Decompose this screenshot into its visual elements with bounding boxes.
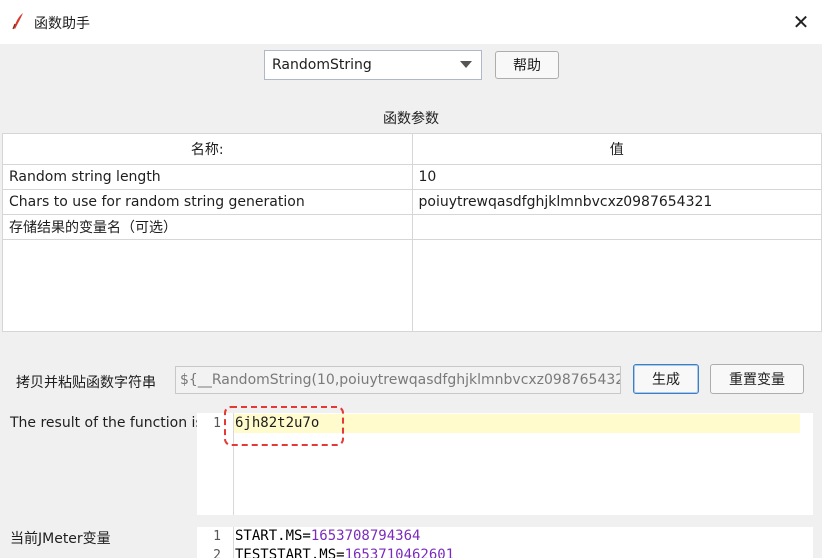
- function-select-value: RandomString: [272, 57, 372, 73]
- column-header-name: 名称:: [2, 133, 413, 165]
- line-number: 1: [213, 416, 221, 431]
- variable-key: START.MS=: [235, 528, 311, 544]
- empty-cell: [2, 239, 413, 332]
- variable-line[interactable]: START.MS=1653708794364: [235, 528, 420, 544]
- param-name-cell[interactable]: Chars to use for random string generatio…: [2, 189, 413, 215]
- generate-button[interactable]: 生成: [633, 364, 699, 394]
- empty-cell: [411, 239, 822, 332]
- jmeter-vars-editor[interactable]: 1 START.MS=1653708794364 2 TESTSTART.MS=…: [197, 527, 813, 558]
- line-number: 2: [213, 548, 221, 558]
- reset-variables-button[interactable]: 重置变量: [710, 364, 804, 394]
- variable-value: 1653708794364: [310, 528, 421, 544]
- title-bar: 函数助手 ✕: [0, 0, 822, 44]
- close-icon: ✕: [792, 10, 810, 34]
- variable-line[interactable]: TESTSTART.MS=1653710462601: [235, 547, 454, 558]
- function-select[interactable]: RandomString: [264, 50, 482, 80]
- params-section-title: 函数参数: [383, 111, 439, 127]
- param-value-cell[interactable]: poiuytrewqasdfghjklmnbvcxz0987654321: [411, 189, 822, 215]
- window-title: 函数助手: [34, 16, 90, 32]
- param-name-cell[interactable]: Random string length: [2, 164, 413, 190]
- table-row[interactable]: 存储结果的变量名（可选）: [2, 214, 822, 240]
- jmeter-vars-label: 当前JMeter变量: [10, 531, 111, 547]
- feather-icon: [12, 13, 23, 30]
- table-empty-area: [2, 239, 822, 332]
- table-row[interactable]: Random string length 10: [2, 164, 822, 190]
- params-header-row: 名称: 值: [2, 133, 822, 165]
- params-table: 名称: 值 Random string length 10 Chars to u…: [2, 133, 822, 332]
- help-button[interactable]: 帮助: [495, 51, 559, 79]
- function-string-field[interactable]: ${__RandomString(10,poiuytrewqasdfghjklm…: [175, 366, 621, 394]
- chevron-down-icon: [460, 61, 472, 68]
- table-row[interactable]: Chars to use for random string generatio…: [2, 189, 822, 215]
- copy-paste-label: 拷贝并粘贴函数字符串: [16, 375, 156, 391]
- param-value-cell[interactable]: [411, 214, 822, 240]
- variable-value: 1653710462601: [344, 547, 455, 558]
- param-name-cell[interactable]: 存储结果的变量名（可选）: [2, 214, 413, 240]
- param-value-cell[interactable]: 10: [411, 164, 822, 190]
- line-number: 1: [213, 529, 221, 544]
- variable-key: TESTSTART.MS=: [235, 547, 345, 558]
- close-button[interactable]: ✕: [786, 8, 816, 36]
- result-label: The result of the function is: [10, 415, 203, 431]
- column-header-value: 值: [411, 133, 822, 165]
- annotation-highlight-box: [224, 406, 344, 446]
